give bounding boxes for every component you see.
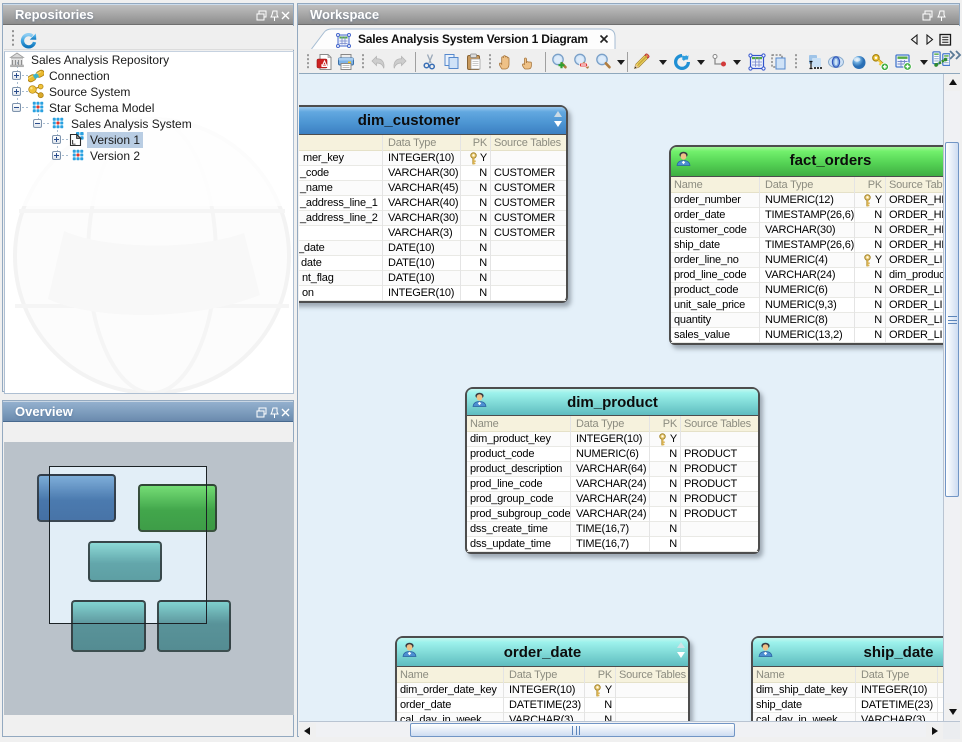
svg-text:L: L: [72, 139, 76, 146]
